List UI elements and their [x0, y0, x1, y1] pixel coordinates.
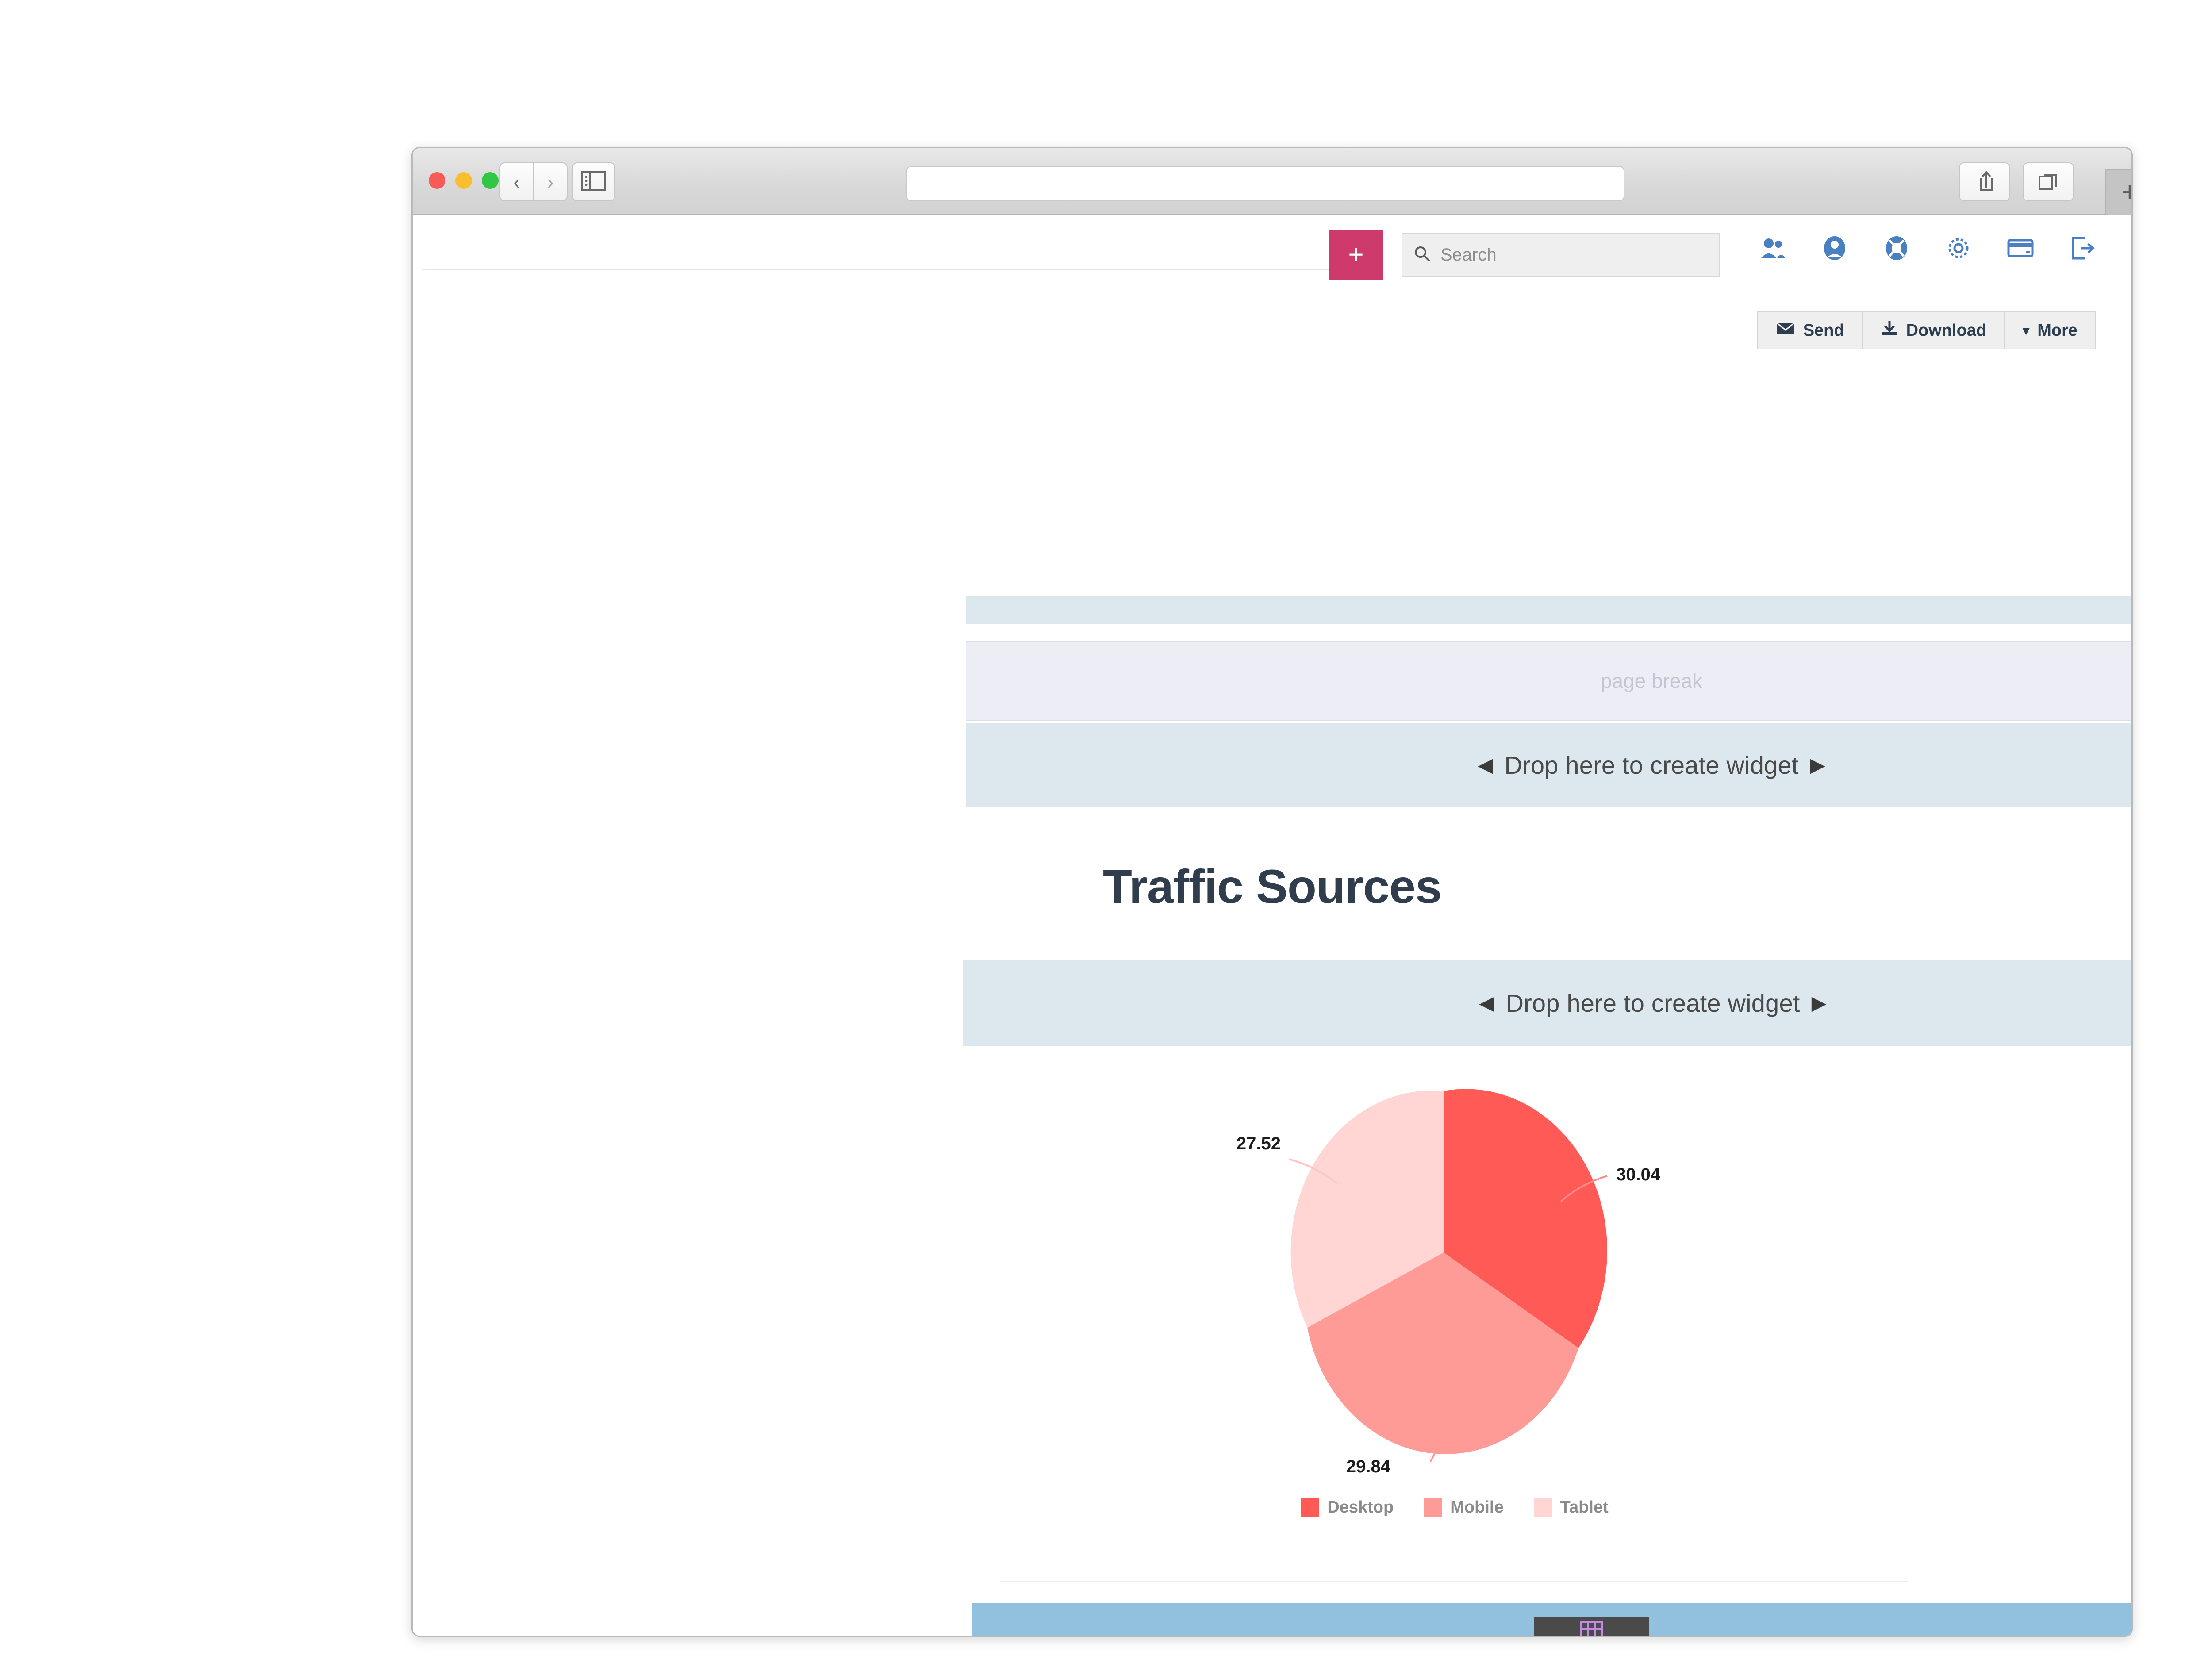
legend-item-desktop[interactable]: Desktop — [1301, 1498, 1394, 1517]
forward-button[interactable]: › — [534, 162, 568, 201]
plus-icon: + — [1348, 240, 1364, 269]
support-icon[interactable] — [1883, 234, 1910, 262]
envelope-icon — [1776, 321, 1795, 340]
download-icon — [1881, 320, 1898, 341]
drop-zone-label: Drop here to create widget — [1504, 751, 1799, 779]
pie-chart-widget: 30.04 29.84 27.52 Desktop Mobile Tablet — [1001, 1082, 1908, 1582]
plus-icon: + — [2122, 179, 2131, 206]
legend-swatch-desktop — [1301, 1498, 1320, 1517]
arrow-right-icon: ▶ — [1811, 992, 1827, 1014]
screenshot-root: ‹ › + Search Send Download ▾ More page b… — [0, 0, 2212, 1659]
legend-label-tablet: Tablet — [1560, 1498, 1609, 1517]
legend-item-tablet[interactable]: Tablet — [1533, 1498, 1609, 1517]
browser-chrome: ‹ › — [413, 148, 2131, 215]
zoom-window-button[interactable] — [482, 172, 499, 189]
legend-swatch-mobile — [1424, 1498, 1443, 1517]
more-label: More — [2037, 321, 2078, 340]
send-button[interactable]: Send — [1757, 311, 1863, 349]
send-label: Send — [1803, 321, 1844, 340]
app-toolbar: + Search — [413, 215, 2131, 284]
url-bar[interactable] — [906, 166, 1624, 201]
search-input[interactable]: Search — [1402, 233, 1720, 277]
pie-label-mobile: 29.84 — [1346, 1457, 1391, 1476]
close-window-button[interactable] — [429, 172, 445, 189]
drop-zone-middle[interactable]: ◀ Drop here to create widget ▶ — [963, 960, 2131, 1046]
more-button[interactable]: ▾ More — [2005, 311, 2096, 349]
billing-card-icon[interactable] — [2007, 234, 2034, 262]
download-label: Download — [1906, 321, 1987, 340]
pie-slices — [1290, 1089, 1607, 1454]
chrome-right-buttons — [1959, 162, 2074, 201]
tab-overview-button[interactable] — [2023, 162, 2074, 201]
page-break-label: page break — [1600, 669, 1703, 692]
widget-bottom-divider — [1001, 1581, 1908, 1582]
search-placeholder: Search — [1440, 245, 1497, 265]
drag-ghost-table[interactable]: Table — [1534, 1617, 1649, 1636]
account-icon[interactable] — [1821, 234, 1848, 262]
share-icon — [1975, 170, 1994, 194]
sidebar-icon — [581, 170, 606, 193]
report-title: Traffic Sources — [1102, 860, 1442, 913]
window-controls — [429, 172, 499, 189]
legend-label-desktop: Desktop — [1327, 1498, 1394, 1517]
pie-legend: Desktop Mobile Tablet — [1001, 1498, 1908, 1517]
pie-label-tablet: 27.52 — [1237, 1134, 1281, 1153]
sidebar-toggle-button[interactable] — [572, 162, 615, 201]
report-action-bar: Send Download ▾ More — [1757, 311, 2096, 349]
toolbar-icon-group — [1759, 234, 2096, 262]
toolbar-divider — [422, 269, 1338, 270]
chevron-right-icon: › — [547, 170, 554, 193]
legend-item-mobile[interactable]: Mobile — [1424, 1498, 1504, 1517]
arrow-left-icon: ◀ — [1479, 992, 1494, 1014]
share-button[interactable] — [1959, 162, 2010, 201]
search-icon — [1414, 246, 1431, 265]
chevron-left-icon: ‹ — [513, 170, 520, 193]
minimize-window-button[interactable] — [455, 172, 472, 189]
page-break-band: page break — [966, 641, 2131, 721]
add-widget-button[interactable]: + — [1329, 230, 1383, 280]
app-page: + Search Send Download ▾ More page break… — [413, 215, 2131, 1636]
tab-overview-icon — [2038, 170, 2059, 194]
legend-label-mobile: Mobile — [1450, 1498, 1504, 1517]
arrow-left-icon: ◀ — [1478, 754, 1493, 776]
pie-chart-svg: 30.04 29.84 27.52 — [1237, 1089, 1661, 1476]
arrow-right-icon: ▶ — [1819, 1635, 1834, 1636]
new-tab-button[interactable]: + — [2105, 169, 2131, 215]
legend-swatch-tablet — [1533, 1498, 1552, 1517]
back-button[interactable]: ‹ — [499, 162, 534, 201]
table-grid-icon — [1579, 1621, 1604, 1636]
drop-zone-label: Drop here to create widget — [1505, 989, 1800, 1017]
nav-buttons: ‹ › — [499, 162, 568, 201]
browser-window: ‹ › + Search Send Download ▾ More page b… — [411, 147, 2133, 1637]
users-icon[interactable] — [1759, 234, 1786, 262]
arrow-left-icon: ◀ — [1486, 1635, 1502, 1636]
download-button[interactable]: Download — [1863, 311, 2005, 349]
settings-gear-icon[interactable] — [1945, 234, 1972, 262]
pie-label-desktop: 30.04 — [1616, 1165, 1661, 1184]
drop-zone-top[interactable] — [966, 596, 2131, 624]
caret-down-icon: ▾ — [2023, 323, 2030, 338]
drop-zone-upper[interactable]: ◀ Drop here to create widget ▶ — [966, 723, 2131, 807]
arrow-right-icon: ▶ — [1810, 754, 1825, 776]
logout-icon[interactable] — [2069, 234, 2096, 262]
